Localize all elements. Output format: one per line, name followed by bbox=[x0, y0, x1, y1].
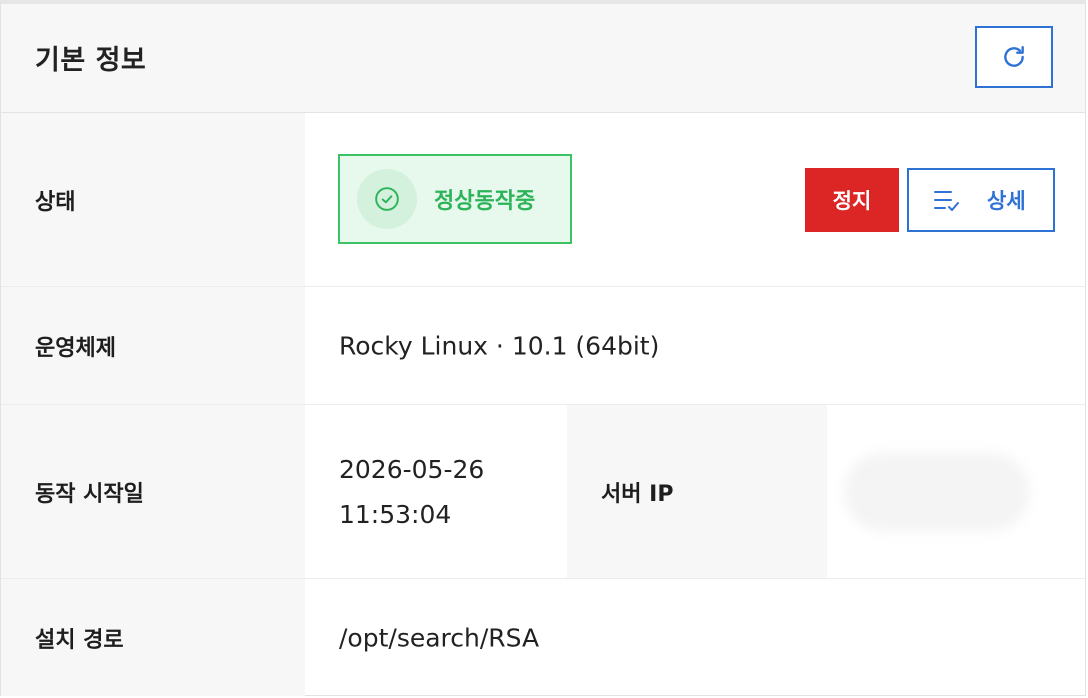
stop-button[interactable]: 정지 bbox=[805, 168, 899, 232]
refresh-button[interactable] bbox=[975, 26, 1053, 88]
os-label: 운영체제 bbox=[35, 335, 116, 361]
os-label-cell: 운영체제 bbox=[1, 287, 305, 404]
status-icon-circle bbox=[357, 169, 417, 229]
detail-button-label: 상세 bbox=[987, 189, 1026, 213]
status-text: 정상동작중 bbox=[434, 189, 536, 214]
refresh-icon bbox=[1004, 46, 1024, 67]
install-path-row: 설치 경로 /opt/search/RSA bbox=[1, 579, 1085, 696]
start-date-label: 동작 시작일 bbox=[35, 481, 144, 507]
status-badge: 정상동작중 bbox=[338, 154, 572, 244]
os-value: Rocky Linux · 10.1 (64bit) bbox=[339, 331, 660, 360]
start-time-value: 11:53:04 bbox=[339, 499, 452, 529]
detail-button[interactable]: 상세 bbox=[907, 168, 1055, 232]
list-check-icon bbox=[934, 191, 959, 211]
panel-header: 기본 정보 bbox=[1, 4, 1085, 113]
server-ip-label: 서버 IP bbox=[601, 481, 674, 507]
start-date-row: 동작 시작일 2026-05-26 11:53:04 서버 IP bbox=[1, 405, 1085, 579]
install-path-label-cell: 설치 경로 bbox=[1, 579, 305, 696]
start-date-value: 2026-05-26 bbox=[339, 454, 485, 484]
status-label-cell: 상태 bbox=[1, 113, 305, 286]
basic-info-panel: 기본 정보 상태 정상동작중 정지 상세 운영체제 Rocky Linux · … bbox=[0, 0, 1086, 696]
status-row: 상태 정상동작중 정지 상세 bbox=[1, 113, 1085, 287]
server-ip-label-cell: 서버 IP bbox=[567, 405, 827, 578]
start-datetime: 2026-05-26 11:53:04 bbox=[339, 447, 484, 537]
install-path-label: 설치 경로 bbox=[35, 627, 124, 653]
start-date-label-cell: 동작 시작일 bbox=[1, 405, 305, 578]
install-path-value: /opt/search/RSA bbox=[339, 623, 540, 652]
check-circle-icon bbox=[375, 187, 399, 211]
os-row: 운영체제 Rocky Linux · 10.1 (64bit) bbox=[1, 287, 1085, 405]
server-ip-value-redacted bbox=[844, 452, 1030, 531]
panel-title: 기본 정보 bbox=[35, 45, 147, 76]
status-label: 상태 bbox=[35, 189, 76, 215]
